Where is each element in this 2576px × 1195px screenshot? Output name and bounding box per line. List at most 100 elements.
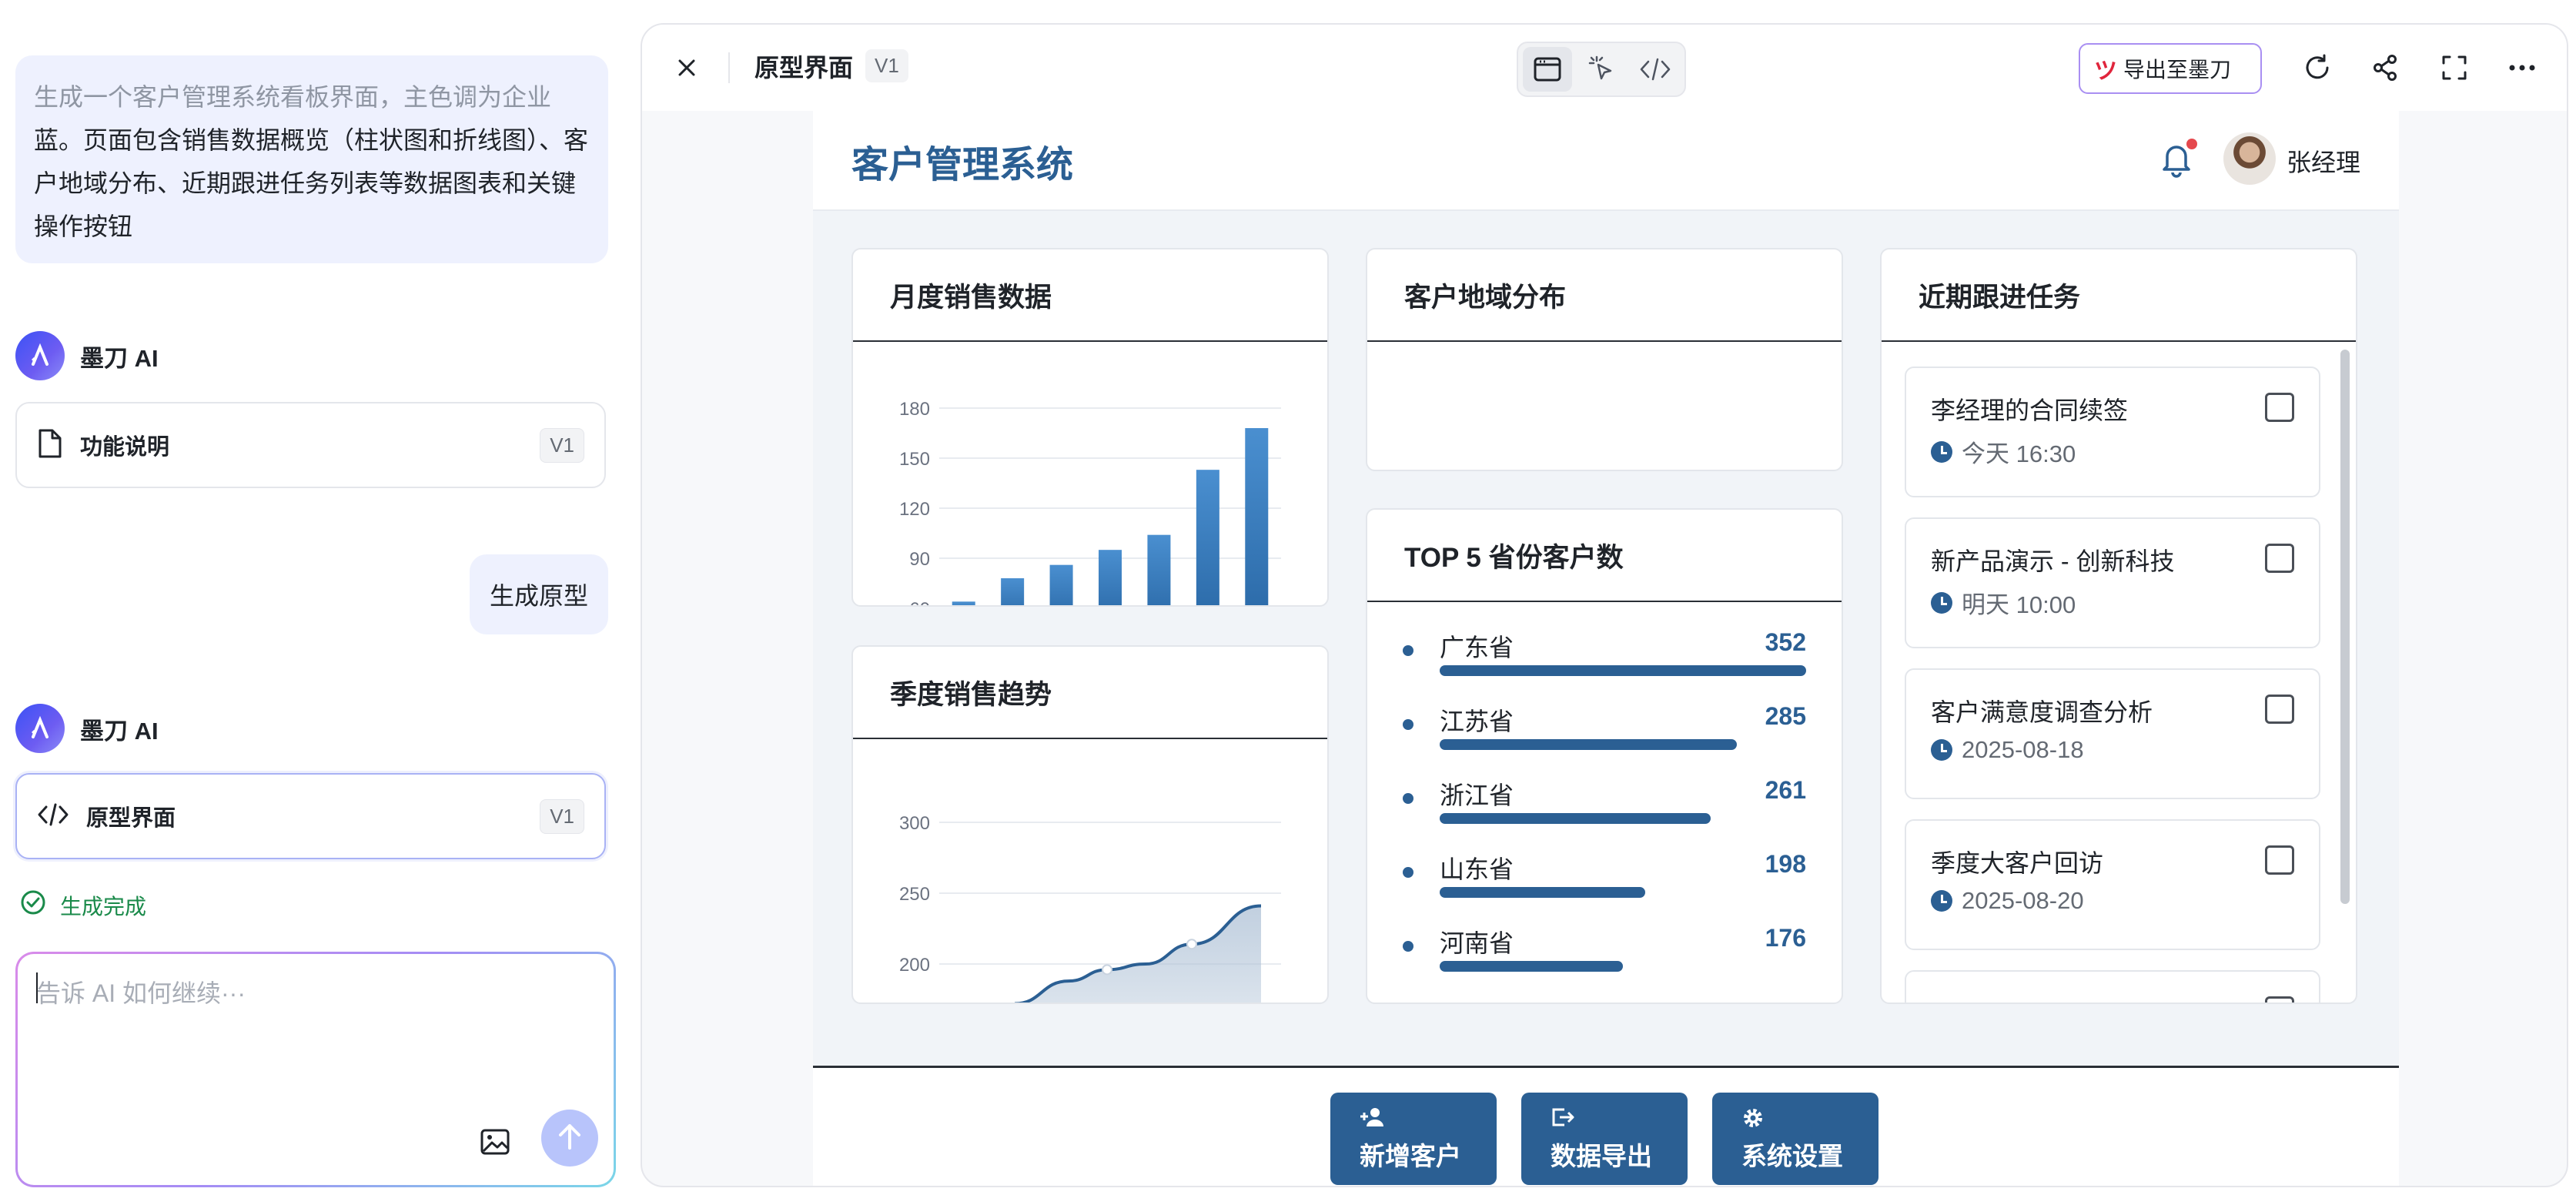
export-data-label: 数据导出	[1551, 1142, 1652, 1170]
view-mode-switch	[1517, 42, 1686, 97]
tasks-title: 近期跟进任务	[1882, 249, 2356, 342]
chat-input-inner[interactable]: 告诉 AI 如何继续···	[18, 954, 614, 1185]
task-list[interactable]: 李经理的合同续签 今天 16:30 新产品演示 - 创新科技 明天 10:00 客户满意…	[1882, 343, 2356, 1003]
task-title: 客户满意度调查分析	[1931, 698, 2153, 726]
province-count: 261	[1765, 776, 1806, 804]
status-text: 生成完成	[60, 894, 147, 919]
dashboard-header: 客户管理系统 张经理	[813, 111, 2399, 211]
trend-point	[1186, 939, 1197, 950]
export-icon	[1551, 1106, 1575, 1133]
user-plus-icon	[1360, 1106, 1386, 1133]
share-icon[interactable]	[2368, 51, 2402, 85]
y-tick-label: 180	[899, 399, 930, 420]
bar	[1147, 534, 1171, 605]
refresh-icon[interactable]	[2300, 51, 2334, 85]
send-button[interactable]	[541, 1110, 598, 1167]
top5-panel: TOP 5 省份客户数 广东省 352 江苏省 285 浙江省 261 山东省 198 河南省 1…	[1366, 508, 1843, 1004]
task-checkbox[interactable]	[2265, 544, 2294, 573]
doc-card[interactable]: 功能说明 V1	[15, 402, 606, 488]
monthly-sales-panel: 月度销售数据 180 150 120 90 60	[851, 248, 1329, 607]
preview-title: 原型界面	[754, 54, 854, 82]
add-customer-button[interactable]: 新增客户	[1330, 1093, 1497, 1185]
bell-icon[interactable]	[2159, 139, 2197, 179]
prototype-card-label: 原型界面	[86, 806, 176, 831]
doc-card-label: 功能说明	[80, 435, 170, 460]
province-name: 浙江省	[1440, 782, 1514, 809]
fullscreen-icon[interactable]	[2437, 51, 2471, 85]
check-circle-icon	[20, 889, 46, 921]
province-row: 浙江省 261	[1403, 770, 1806, 844]
system-settings-button[interactable]: 系统设置	[1712, 1093, 1878, 1185]
ai-logo-icon	[15, 331, 65, 380]
province-count: 198	[1765, 850, 1806, 878]
bar	[1196, 470, 1219, 605]
quarterly-trend-panel: 季度销售趋势 300 250 200	[851, 645, 1329, 1004]
preview-mode-icon[interactable]	[1523, 47, 1572, 92]
tasks-scrollbar[interactable]	[2340, 350, 2350, 904]
quarterly-trend-chart: 300 250 200	[899, 813, 1281, 1003]
task-time: 2025-08-18	[1931, 736, 2084, 764]
clock-icon	[1931, 890, 1952, 912]
ai-header-1: 墨刀 AI	[15, 331, 159, 380]
y-tick-label: 250	[899, 884, 930, 905]
y-tick-label: 150	[899, 449, 930, 470]
prototype-card-version: V1	[540, 798, 584, 834]
task-card[interactable]: 李经理的合同续签 今天 16:30	[1905, 367, 2320, 497]
province-row: 山东省 198	[1403, 844, 1806, 918]
bullet-dot	[1403, 645, 1413, 656]
y-tick-label: 300	[899, 813, 930, 834]
region-title: 客户地域分布	[1367, 249, 1842, 342]
image-upload-icon[interactable]	[477, 1123, 514, 1160]
bullet-dot	[1403, 719, 1413, 730]
action-bar: 新增客户 数据导出 系统设置	[813, 1066, 2399, 1186]
bar	[1001, 578, 1025, 605]
province-bar-track	[1440, 813, 1806, 824]
bar	[1099, 550, 1122, 605]
province-bar-track	[1440, 961, 1806, 972]
province-count: 285	[1765, 702, 1806, 730]
province-name: 河南省	[1440, 929, 1514, 957]
task-checkbox[interactable]	[2265, 695, 2294, 724]
task-card[interactable]: 客户满意度调查分析 2025-08-18	[1905, 668, 2320, 799]
province-list: 广东省 352 江苏省 285 浙江省 261 山东省 198 河南省 176	[1367, 602, 1842, 992]
export-data-button[interactable]: 数据导出	[1521, 1093, 1688, 1185]
province-count: 176	[1765, 924, 1806, 952]
select-cursor-icon[interactable]	[1577, 47, 1626, 92]
status-done: 生成完成	[20, 889, 146, 921]
ai-name: 墨刀 AI	[80, 344, 159, 372]
export-to-modao-button[interactable]: ツ 导出至墨刀	[2079, 43, 2262, 94]
task-card[interactable]: 季度大客户回访 2025-08-20	[1905, 819, 2320, 950]
task-time: 2025-08-20	[1931, 887, 2084, 915]
document-icon	[37, 428, 63, 463]
arrow-up-icon	[557, 1122, 583, 1155]
task-checkbox[interactable]	[2265, 845, 2294, 875]
bullet-dot	[1403, 941, 1413, 952]
chat-input[interactable]: 告诉 AI 如何继续···	[15, 952, 616, 1187]
task-card[interactable]: 新产品演示 - 创新科技 明天 10:00	[1905, 517, 2320, 648]
add-customer-label: 新增客户	[1360, 1142, 1461, 1170]
task-time: 明天 10:00	[1931, 585, 2076, 620]
ai-logo-icon	[15, 704, 65, 753]
preview-window: 原型界面 V1 ツ 导出至墨刀 客户管理系统 张经理 月度销售数据 180 15…	[641, 23, 2568, 1187]
y-tick-label: 60	[909, 599, 930, 607]
prompt-text: 蓝。页面包含销售数据概览（柱状图和折线图）、客户地域分布、近期跟进任务列表等数据…	[34, 126, 589, 240]
province-name: 山东省	[1440, 855, 1514, 883]
user-message: 生成原型	[469, 554, 608, 634]
task-card[interactable]	[1905, 970, 2320, 1003]
task-checkbox[interactable]	[2265, 393, 2294, 422]
close-icon[interactable]	[671, 52, 702, 83]
avatar[interactable]	[2223, 132, 2276, 185]
task-time-text: 2025-08-18	[1962, 736, 2084, 763]
prototype-card[interactable]: 原型界面 V1	[15, 773, 606, 859]
code-view-icon[interactable]	[1631, 47, 1680, 92]
task-checkbox[interactable]	[2265, 996, 2294, 1003]
more-icon[interactable]	[2505, 51, 2539, 85]
doc-card-version: V1	[540, 427, 584, 463]
y-tick-label: 200	[899, 955, 930, 976]
task-time-text: 今天 16:30	[1962, 440, 2076, 467]
province-row: 江苏省 285	[1403, 696, 1806, 770]
bar	[1049, 564, 1073, 605]
gear-icon	[1741, 1106, 1765, 1135]
tasks-panel: 近期跟进任务 李经理的合同续签 今天 16:30 新产品演示 - 创新科技 明天 10…	[1880, 248, 2357, 1004]
dashboard-title: 客户管理系统	[851, 145, 1074, 186]
